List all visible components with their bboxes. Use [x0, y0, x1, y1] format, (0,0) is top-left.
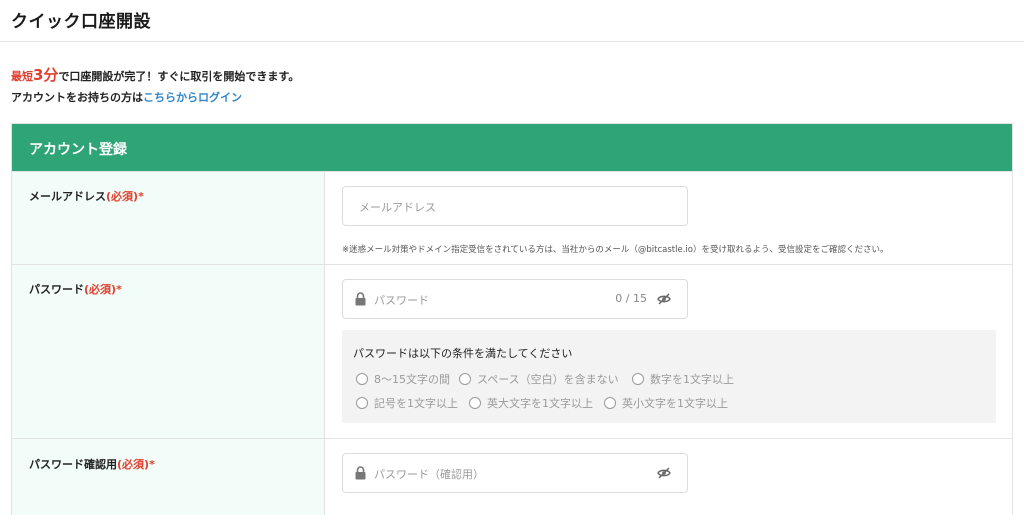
password-confirm-placeholder: パスワード（確認用）	[374, 468, 484, 481]
password-label-text: パスワード	[29, 283, 84, 296]
account-registration-form: アカウント登録 メールアドレス(必須)* メールアドレス ※迷惑メール対策やドメ…	[11, 123, 1013, 515]
condition-length: 8〜15文字の間	[356, 371, 450, 387]
password-label: パスワード(必須)*	[29, 281, 122, 297]
email-label: メールアドレス(必須)*	[29, 188, 144, 204]
condition-label: 数字を1文字以上	[650, 373, 734, 386]
lock-icon	[355, 292, 366, 306]
password-char-counter: 0 / 15	[615, 292, 647, 305]
intro-highlight: 3分	[33, 66, 59, 84]
password-confirm-field[interactable]: パスワード（確認用）	[342, 453, 688, 493]
radio-circle-icon	[459, 373, 471, 385]
radio-circle-icon	[469, 397, 481, 409]
lock-icon	[355, 466, 366, 480]
intro-text: 最短3分で口座開設が完了！すぐに取引を開始できます。	[11, 64, 299, 85]
password-confirm-field-cell: パスワード（確認用）	[325, 439, 1012, 515]
email-field[interactable]: メールアドレス	[342, 186, 688, 226]
email-label-cell: メールアドレス(必須)*	[12, 172, 325, 264]
password-field[interactable]: パスワード 0 / 15	[342, 279, 688, 319]
condition-label: 英小文字を1文字以上	[622, 397, 728, 410]
condition-no-space: スペース（空白）を含まない	[459, 371, 619, 387]
condition-symbol: 記号を1文字以上	[356, 395, 458, 411]
condition-lowercase: 英小文字を1文字以上	[604, 395, 728, 411]
email-note: ※迷惑メール対策やドメイン指定受信をされている方は、当社からのメール（@bitc…	[342, 245, 889, 255]
login-link[interactable]: こちらからログイン	[143, 91, 242, 104]
radio-circle-icon	[604, 397, 616, 409]
condition-label: スペース（空白）を含まない	[477, 373, 619, 386]
required-tag: (必須)	[117, 458, 150, 471]
conditions-title: パスワードは以下の条件を満たしてください	[353, 347, 573, 360]
required-asterisk: *	[149, 458, 155, 471]
password-field-cell: パスワード 0 / 15 パスワードは以下の条件を満たしてください 8〜15文字…	[325, 265, 1012, 438]
radio-circle-icon	[356, 397, 368, 409]
condition-uppercase: 英大文字を1文字以上	[469, 395, 593, 411]
radio-circle-icon	[356, 373, 368, 385]
eye-slash-icon[interactable]	[657, 293, 671, 305]
email-label-text: メールアドレス	[29, 190, 106, 203]
page-header: クイック口座開設	[0, 0, 1024, 42]
eye-slash-icon[interactable]	[657, 467, 671, 479]
required-asterisk: *	[138, 190, 144, 203]
condition-digit: 数字を1文字以上	[632, 371, 734, 387]
required-tag: (必須)	[106, 190, 139, 203]
email-field-cell: メールアドレス ※迷惑メール対策やドメイン指定受信をされている方は、当社からのメ…	[325, 172, 1012, 264]
required-asterisk: *	[116, 283, 122, 296]
password-label-cell: パスワード(必須)*	[12, 265, 325, 438]
password-confirm-label: パスワード確認用(必須)*	[29, 456, 155, 472]
login-prompt: アカウントをお持ちの方はこちらからログイン	[11, 89, 242, 105]
password-row: パスワード(必須)* パスワード 0 / 15 パスワードは以下の条件を満たして…	[12, 264, 1012, 438]
form-section-title: アカウント登録	[12, 124, 1012, 171]
password-confirm-label-text: パスワード確認用	[29, 458, 117, 471]
intro-suffix: で口座開設が完了！すぐに取引を開始できます。	[58, 70, 300, 83]
password-confirm-label-cell: パスワード確認用(必須)*	[12, 439, 325, 515]
condition-label: 記号を1文字以上	[374, 397, 458, 410]
email-row: メールアドレス(必須)* メールアドレス ※迷惑メール対策やドメイン指定受信をさ…	[12, 171, 1012, 264]
login-prompt-text: アカウントをお持ちの方は	[11, 91, 143, 104]
condition-label: 英大文字を1文字以上	[487, 397, 593, 410]
password-conditions-box: パスワードは以下の条件を満たしてください 8〜15文字の間 スペース（空白）を含…	[342, 330, 996, 423]
required-tag: (必須)	[84, 283, 117, 296]
condition-label: 8〜15文字の間	[374, 373, 450, 386]
password-placeholder: パスワード	[374, 294, 429, 307]
intro-prefix: 最短	[11, 70, 33, 83]
email-placeholder: メールアドレス	[359, 201, 436, 214]
password-confirm-row: パスワード確認用(必須)* パスワード（確認用）	[12, 438, 1012, 515]
radio-circle-icon	[632, 373, 644, 385]
page-title: クイック口座開設	[11, 12, 151, 32]
